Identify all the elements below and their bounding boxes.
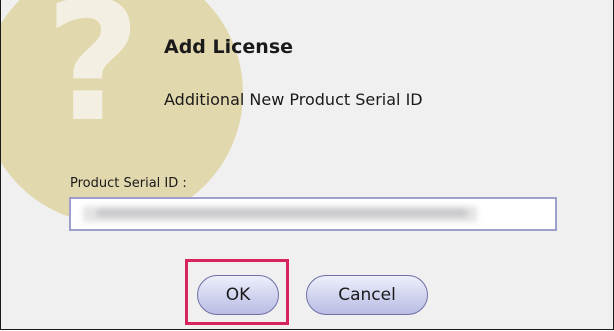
product-serial-id-input[interactable] [69, 197, 557, 231]
add-license-dialog: ? Add License Additional New Product Ser… [0, 0, 614, 330]
dialog-subtitle: Additional New Product Serial ID [164, 90, 423, 109]
serial-id-redacted-text [97, 209, 467, 217]
ok-button[interactable]: OK [197, 275, 279, 315]
dialog-title: Add License [164, 36, 294, 58]
product-serial-id-label: Product Serial ID : [70, 176, 187, 191]
question-mark-glyph: ? [45, 0, 141, 158]
cancel-button[interactable]: Cancel [306, 275, 428, 315]
serial-id-redacted-value [83, 206, 477, 222]
